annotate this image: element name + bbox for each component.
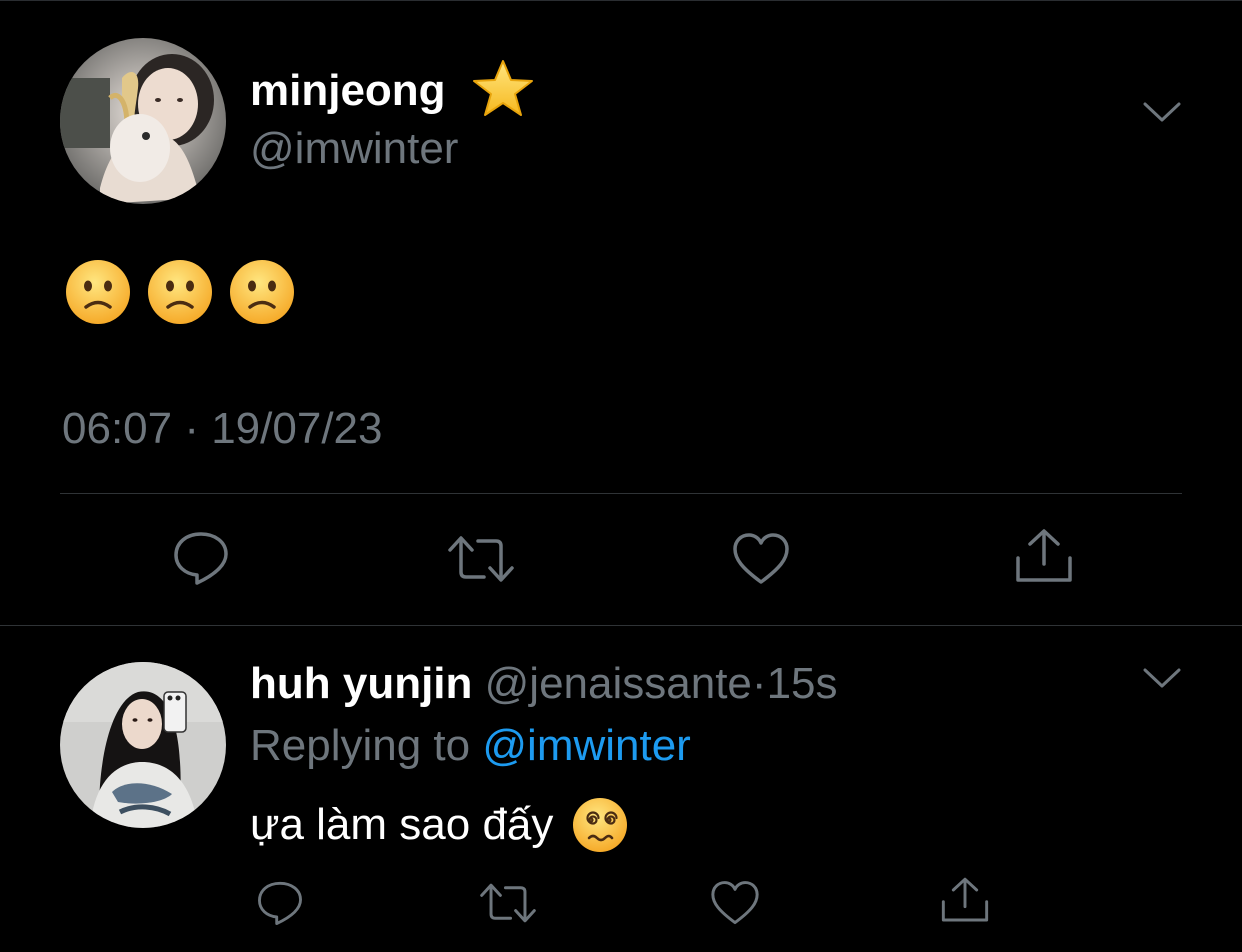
star-badge-icon (470, 58, 536, 125)
chevron-down-icon[interactable] (1142, 100, 1182, 129)
reply-tweet-avatar[interactable] (60, 662, 226, 828)
slightly-frowning-face-icon (66, 260, 130, 324)
main-tweet-text (64, 258, 296, 326)
replying-to-line: Replying to @imwinter (250, 720, 691, 772)
reply-tweet-display-name[interactable]: huh yunjin (250, 659, 472, 708)
slightly-frowning-face-icon (148, 260, 212, 324)
divider (0, 625, 1242, 626)
reply-tweet-handle[interactable]: @jenaissante (485, 659, 752, 708)
reply-icon[interactable] (256, 880, 304, 926)
chevron-down-icon[interactable] (1142, 666, 1182, 695)
reply-tweet-text: ựa làm sao đấy (250, 796, 629, 854)
reply-tweet-time[interactable]: 15s (767, 659, 838, 708)
retweet-icon[interactable] (480, 880, 536, 926)
top-border (0, 0, 1242, 1)
main-tweet-display-name[interactable]: minjeong (250, 66, 446, 116)
reply-icon[interactable] (172, 530, 230, 586)
main-tweet-handle[interactable]: @imwinter (250, 124, 458, 174)
share-icon[interactable] (1014, 528, 1074, 584)
slightly-frowning-face-icon (230, 260, 294, 324)
replying-to-label: Replying to (250, 721, 471, 770)
share-icon[interactable] (940, 876, 990, 924)
main-tweet-avatar[interactable] (60, 38, 226, 204)
divider (60, 493, 1182, 494)
reply-tweet-header: huh yunjin @jenaissante·15s (250, 658, 838, 710)
face-with-spiral-eyes-icon (573, 798, 628, 852)
like-icon[interactable] (732, 532, 790, 586)
like-icon[interactable] (710, 880, 760, 926)
separator-dot: · (751, 659, 767, 708)
main-tweet-timestamp[interactable]: 06:07 · 19/07/23 (62, 404, 382, 454)
reply-tweet-body: ựa làm sao đấy (250, 800, 554, 849)
replying-to-mention[interactable]: @imwinter (482, 721, 690, 770)
retweet-icon[interactable] (448, 532, 514, 586)
